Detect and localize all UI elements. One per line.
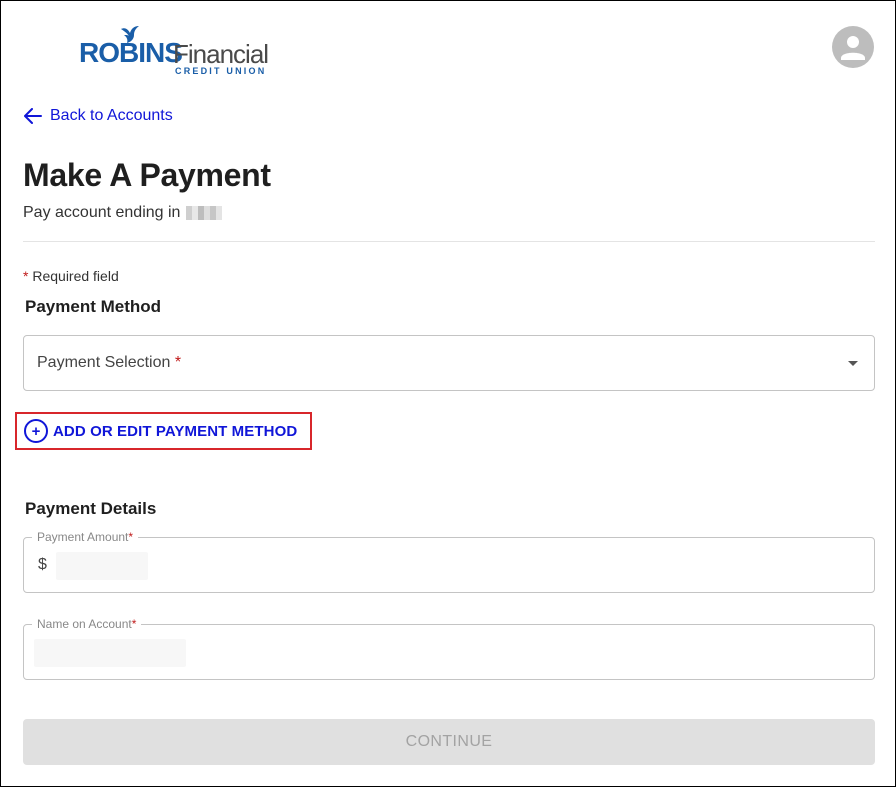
section-divider <box>23 241 875 242</box>
payment-selection-label: Payment Selection * <box>37 354 182 371</box>
page-frame: ROBINS Financial CREDIT UNION Back to Ac… <box>0 0 896 787</box>
required-star: * <box>23 268 29 284</box>
required-field-note: * Required field <box>23 268 119 284</box>
logo-text-robins: ROBINS <box>79 37 183 68</box>
back-link-label: Back to Accounts <box>50 107 173 124</box>
page-subtitle: Pay account ending in <box>23 204 223 222</box>
payment-selection-dropdown[interactable]: Payment Selection * <box>23 335 875 391</box>
page-title: Make A Payment <box>23 157 271 193</box>
subtitle-text: Pay account ending in <box>23 204 181 221</box>
payment-amount-input[interactable] <box>24 538 874 592</box>
dropdown-caret-icon <box>848 361 858 366</box>
robins-financial-logo[interactable]: ROBINS Financial CREDIT UNION <box>79 25 279 77</box>
payment-details-heading: Payment Details <box>25 499 157 518</box>
add-circle-icon: + <box>24 419 48 443</box>
required-note-text: Required field <box>32 268 119 284</box>
arrow-left-icon <box>24 108 42 124</box>
name-on-account-field[interactable]: Name on Account* <box>23 617 875 680</box>
name-on-account-input[interactable] <box>24 625 874 679</box>
add-edit-label: ADD OR EDIT PAYMENT METHOD <box>53 422 298 440</box>
back-to-accounts-link[interactable]: Back to Accounts <box>24 107 173 125</box>
user-avatar-icon <box>841 36 865 60</box>
user-avatar-button[interactable] <box>832 26 874 68</box>
continue-button[interactable]: CONTINUE <box>23 719 875 765</box>
add-edit-payment-method-button[interactable]: + ADD OR EDIT PAYMENT METHOD <box>15 412 312 450</box>
masked-account-number <box>186 206 223 220</box>
logo-text-credit-union: CREDIT UNION <box>175 66 267 76</box>
payment-amount-field[interactable]: Payment Amount* $ <box>23 530 875 593</box>
payment-method-heading: Payment Method <box>25 297 162 316</box>
